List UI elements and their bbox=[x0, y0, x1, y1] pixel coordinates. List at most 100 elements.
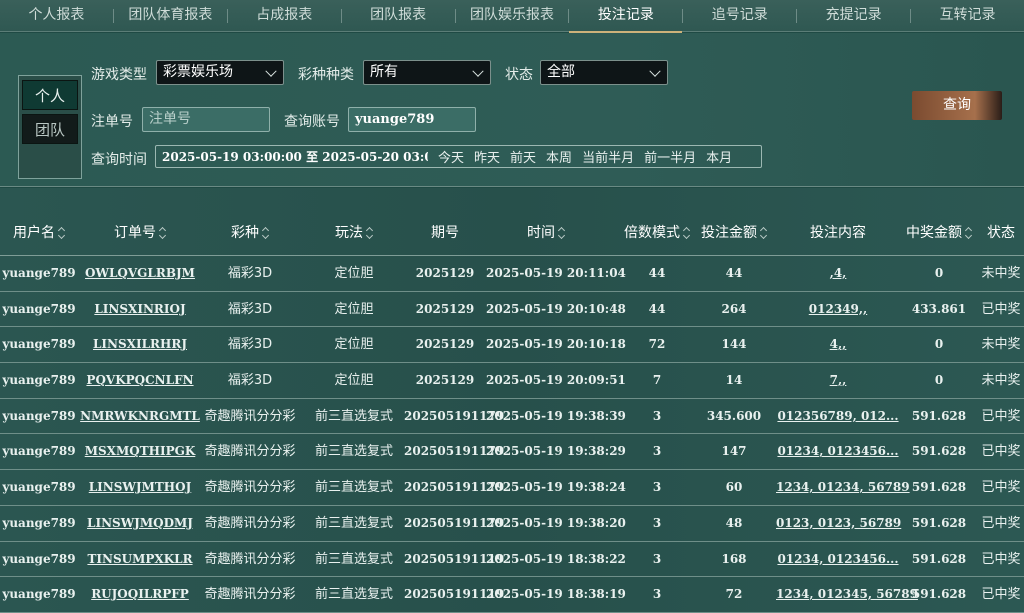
sort-icon[interactable] bbox=[159, 227, 166, 239]
table-cell-link[interactable]: MSXMQTHIPGK bbox=[78, 434, 202, 469]
table-cell: 591.628 bbox=[911, 587, 967, 602]
column-header-label: 状态 bbox=[987, 225, 1015, 241]
table-cell-link[interactable]: 7,, bbox=[776, 363, 900, 398]
table-row: yuange789 TINSUMPXKLR 奇趣腾讯分分彩 前三直选复式 2025051… bbox=[0, 542, 1024, 578]
quick-date-button[interactable]: 前一半月 bbox=[634, 147, 696, 166]
table-cell: yuange789 bbox=[2, 480, 76, 495]
nav-tab[interactable]: 团队娱乐报表 bbox=[456, 0, 569, 32]
table-cell: yuange789 bbox=[2, 515, 76, 530]
table-cell-link[interactable]: LINSXILRHRJ bbox=[78, 327, 202, 362]
nav-tab[interactable]: 团队报表 bbox=[342, 0, 455, 32]
date-range-input[interactable]: 2025-05-19 03:00:00 至 2025-05-20 03:00:0 bbox=[156, 148, 428, 165]
table-cell: 147 bbox=[721, 444, 747, 459]
table-cell: 44 bbox=[648, 301, 666, 316]
column-header[interactable]: 倍数模式 bbox=[612, 210, 702, 256]
table-cell-link[interactable]: LINSWJMTHOJ bbox=[78, 470, 202, 505]
sort-icon[interactable] bbox=[683, 227, 690, 239]
nav-tab[interactable]: 个人报表 bbox=[0, 0, 113, 32]
table-cell-link[interactable]: 01234, 0123456... bbox=[776, 542, 900, 577]
game-type-label: 游戏类型 bbox=[91, 67, 147, 83]
table-cell: 已中奖 bbox=[981, 301, 1021, 317]
sort-icon[interactable] bbox=[558, 227, 565, 239]
table-body: yuange789 OWLQVGLRBJM 福彩3D 定位胆 2025129 2025-0… bbox=[0, 256, 1024, 613]
table-cell-link[interactable]: 012356789, 012... bbox=[776, 399, 900, 434]
sort-icon[interactable] bbox=[760, 227, 767, 239]
scope-toggle: 个人 团队 bbox=[18, 75, 82, 179]
table-cell-link[interactable]: NMRWKNRGMTL bbox=[78, 399, 202, 434]
table-row: yuange789 PQVKPQCNLFN 福彩3D 定位胆 2025129 2025-0… bbox=[0, 363, 1024, 399]
table-cell-link[interactable]: 0123, 0123, 56789 bbox=[776, 506, 901, 541]
quick-date-button[interactable]: 本周 bbox=[536, 147, 572, 166]
query-time-label: 查询时间 bbox=[91, 152, 147, 168]
table-cell-link[interactable]: 4,, bbox=[776, 327, 900, 362]
table-cell-link[interactable]: 1234, 01234, 56789 bbox=[776, 470, 910, 505]
order-number-input[interactable]: 注单号 bbox=[142, 107, 270, 132]
table-cell: 已中奖 bbox=[981, 551, 1021, 567]
nav-tab[interactable]: 追号记录 bbox=[683, 0, 796, 32]
table-cell-link[interactable]: LINSXINRIOJ bbox=[78, 292, 202, 327]
column-header-label: 玩法 bbox=[335, 225, 363, 241]
sort-icon[interactable] bbox=[58, 227, 65, 239]
table-cell: 144 bbox=[721, 337, 747, 352]
nav-tab[interactable]: 占成报表 bbox=[228, 0, 341, 32]
sort-icon[interactable] bbox=[965, 227, 972, 239]
column-header[interactable]: 投注金额 bbox=[692, 210, 776, 256]
table-cell: 2025-05-19 18:38:19 bbox=[486, 587, 626, 602]
table-cell: 2025129 bbox=[415, 301, 475, 316]
team-toggle-button[interactable]: 团队 bbox=[22, 114, 78, 144]
table-row: yuange789 MSXMQTHIPGK 奇趣腾讯分分彩 前三直选复式 2025051… bbox=[0, 434, 1024, 471]
lottery-kind-select[interactable]: 所有 bbox=[363, 60, 491, 85]
table-cell: 奇趣腾讯分分彩 bbox=[204, 444, 296, 460]
table-cell: 已中奖 bbox=[981, 444, 1021, 460]
table-cell-link[interactable]: 1234, 012345, 56789 bbox=[776, 577, 918, 612]
query-button[interactable]: 查询 bbox=[912, 91, 1002, 120]
table-cell: 前三直选复式 bbox=[314, 551, 393, 567]
column-header-label: 用户名 bbox=[13, 225, 55, 241]
table-cell: 0 bbox=[934, 266, 944, 280]
column-header[interactable]: 中奖金额 bbox=[898, 210, 980, 256]
column-header[interactable]: 订单号 bbox=[78, 210, 202, 256]
column-header: 状态 bbox=[978, 210, 1024, 256]
table-cell: 前三直选复式 bbox=[314, 480, 393, 496]
table-row: yuange789 LINSWJMQDMJ 奇趣腾讯分分彩 前三直选复式 2025051… bbox=[0, 506, 1024, 542]
column-header[interactable]: 彩种 bbox=[202, 210, 298, 256]
nav-tab[interactable]: 充提记录 bbox=[797, 0, 910, 32]
status-select[interactable]: 全部 bbox=[540, 60, 668, 85]
account-input[interactable]: yuange789 bbox=[348, 107, 476, 132]
personal-toggle-button[interactable]: 个人 bbox=[22, 80, 78, 110]
nav-tab[interactable]: 投注记录 bbox=[569, 0, 683, 33]
table-cell: 3 bbox=[652, 587, 662, 602]
column-header[interactable]: 用户名 bbox=[0, 210, 78, 256]
table-cell-link[interactable]: 01234, 0123456... bbox=[776, 434, 900, 469]
column-header[interactable]: 玩法 bbox=[298, 210, 410, 256]
nav-tab[interactable]: 互转记录 bbox=[911, 0, 1024, 32]
filter-panel: 个人 团队 游戏类型 彩票娱乐场 彩种种类 所有 状态 全部 查询 注单号 注单… bbox=[0, 33, 1024, 187]
table-cell-link[interactable]: 012349,, bbox=[776, 292, 900, 327]
table-cell: 奇趣腾讯分分彩 bbox=[204, 551, 296, 567]
table-cell: 定位胆 bbox=[334, 301, 374, 317]
quick-date-button[interactable]: 前天 bbox=[500, 147, 536, 166]
quick-date-button[interactable]: 当前半月 bbox=[572, 147, 634, 166]
sort-icon[interactable] bbox=[366, 227, 373, 239]
game-type-select[interactable]: 彩票娱乐场 bbox=[156, 60, 284, 85]
nav-tab[interactable]: 团队体育报表 bbox=[114, 0, 227, 32]
table-cell: 202505191179 bbox=[404, 408, 505, 423]
table-cell: 2025129 bbox=[415, 373, 475, 388]
table-cell-link[interactable]: OWLQVGLRBJM bbox=[78, 256, 202, 291]
table-cell-link[interactable]: PQVKPQCNLFN bbox=[78, 363, 202, 398]
table-cell-link[interactable]: ,4, bbox=[776, 256, 900, 291]
table-cell-link[interactable]: TINSUMPXKLR bbox=[78, 542, 202, 577]
table-cell: 已中奖 bbox=[981, 480, 1021, 496]
sort-icon[interactable] bbox=[262, 227, 269, 239]
column-header[interactable]: 时间 bbox=[486, 210, 606, 256]
quick-date-button[interactable]: 本月 bbox=[696, 147, 732, 166]
order-number-label: 注单号 bbox=[91, 114, 133, 130]
quick-date-button[interactable]: 今天 bbox=[428, 147, 464, 166]
table-cell: 0 bbox=[934, 373, 944, 388]
table-cell: 3 bbox=[652, 444, 662, 459]
quick-date-button[interactable]: 昨天 bbox=[464, 147, 500, 166]
table-cell: yuange789 bbox=[2, 551, 76, 566]
table-cell-link[interactable]: LINSWJMQDMJ bbox=[78, 506, 202, 541]
table-cell: 2025-05-19 20:09:51 bbox=[486, 373, 626, 388]
table-cell-link[interactable]: RUJOQILRPFP bbox=[78, 577, 202, 612]
